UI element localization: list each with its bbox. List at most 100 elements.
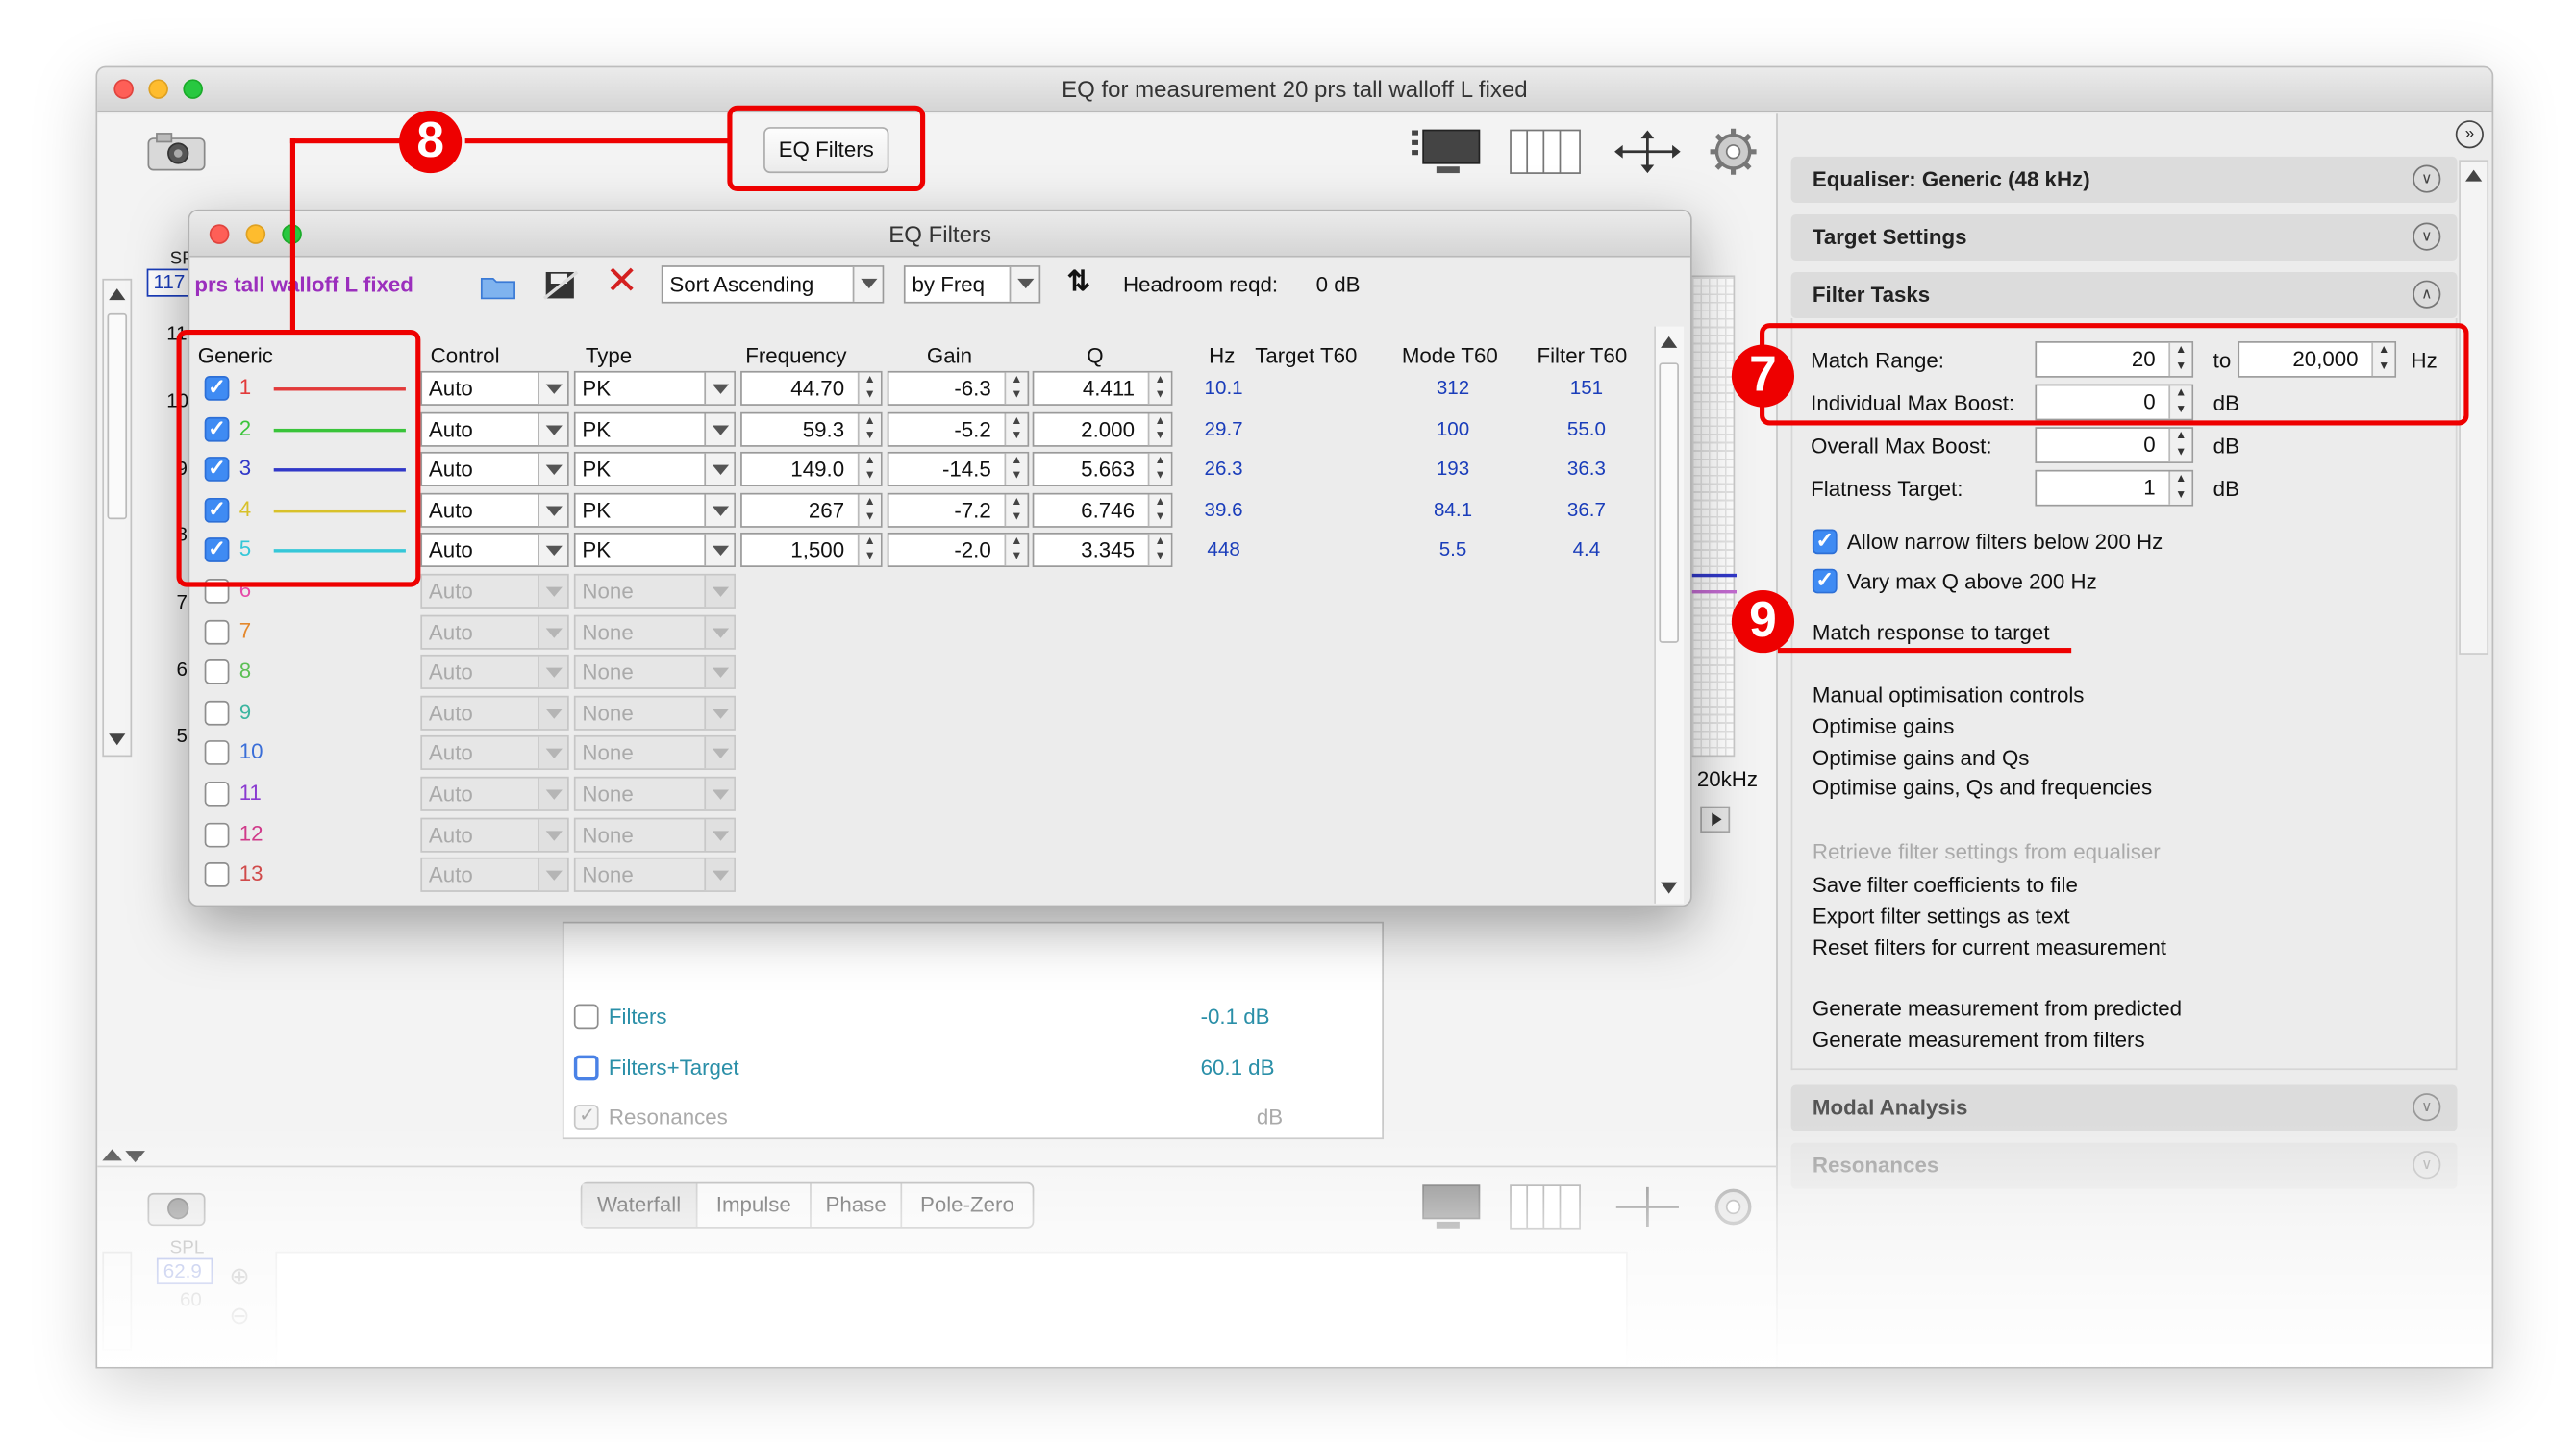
stepper-icon[interactable]: ▲ ▼ xyxy=(1004,413,1028,446)
stepper-icon[interactable]: ▲ ▼ xyxy=(857,453,881,485)
filter-enable-checkbox[interactable] xyxy=(204,700,230,726)
allow-narrow-filters-checkbox[interactable] xyxy=(1812,528,1838,555)
type-select[interactable]: PK xyxy=(573,451,736,486)
gain-field[interactable]: -6.3 ▲ ▼ xyxy=(887,370,1030,406)
move-arrows-icon[interactable] xyxy=(1612,127,1684,176)
stepper-icon[interactable]: ▲ ▼ xyxy=(1147,372,1171,405)
stepper-icon[interactable]: ▲ ▼ xyxy=(857,494,881,527)
filter-tasks-section-header[interactable]: Filter Tasks ∧ xyxy=(1790,271,2458,319)
chevron-up-icon[interactable]: ∧ xyxy=(2413,280,2441,309)
scroll-down-arrow-icon[interactable] xyxy=(109,733,126,746)
lower-graph-layout-icon[interactable] xyxy=(1410,1182,1482,1231)
control-select[interactable]: Auto xyxy=(420,370,569,406)
save-filter-coefficients-link[interactable]: Save filter coefficients to file xyxy=(1813,872,2078,897)
scroll-up-arrow-icon[interactable] xyxy=(1661,336,1678,348)
chevron-down-icon[interactable]: ∨ xyxy=(2413,1093,2441,1122)
lower-move-arrows-icon[interactable] xyxy=(1612,1182,1684,1231)
lower-camera-icon[interactable] xyxy=(147,1185,207,1229)
splitter-arrows-icon[interactable] xyxy=(101,1149,150,1165)
stepper-icon[interactable]: ▲ ▼ xyxy=(2168,471,2192,505)
tab-pole-zero[interactable]: Pole-Zero xyxy=(902,1183,1032,1227)
sort-toggle-icon[interactable]: ⇅ xyxy=(1067,265,1090,298)
filters-target-checkbox[interactable] xyxy=(573,1055,599,1081)
chevron-down-icon[interactable]: ∨ xyxy=(2413,222,2441,251)
type-select[interactable]: PK xyxy=(573,492,736,528)
settings-gear-icon[interactable] xyxy=(1707,125,1760,178)
chevron-down-icon[interactable]: ∨ xyxy=(2413,164,2441,193)
q-field[interactable]: 3.345 ▲ ▼ xyxy=(1032,532,1173,567)
reset-filters-link[interactable]: Reset filters for current measurement xyxy=(1813,934,2166,959)
scroll-down-arrow-icon[interactable] xyxy=(1661,882,1678,894)
tab-phase[interactable]: Phase xyxy=(812,1183,903,1228)
export-filter-settings-link[interactable]: Export filter settings as text xyxy=(1813,904,2070,929)
frequency-field[interactable]: 1,500 ▲ ▼ xyxy=(740,532,883,567)
resonances-section-header[interactable]: Resonances ∨ xyxy=(1790,1142,2458,1189)
vertical-scrollbar[interactable] xyxy=(102,278,133,758)
control-select[interactable]: Auto xyxy=(420,411,569,447)
tab-impulse[interactable]: Impulse xyxy=(697,1183,812,1228)
gain-field[interactable]: -14.5 ▲ ▼ xyxy=(887,451,1030,486)
stepper-icon[interactable]: ▲ ▼ xyxy=(1004,453,1028,485)
columns-view-icon[interactable] xyxy=(1509,129,1581,175)
camera-icon[interactable] xyxy=(147,130,207,173)
type-select[interactable]: PK xyxy=(573,532,736,567)
stepper-icon[interactable]: ▲ ▼ xyxy=(1147,534,1171,566)
generate-from-filters-link[interactable]: Generate measurement from filters xyxy=(1813,1028,2145,1053)
optimise-gains-link[interactable]: Optimise gains xyxy=(1813,714,1954,739)
graph-layout-icon[interactable] xyxy=(1410,127,1482,176)
overall-max-boost-field[interactable]: 0 ▲ ▼ xyxy=(2035,427,2194,463)
stepper-icon[interactable]: ▲ ▼ xyxy=(857,372,881,405)
optimise-gains-qs-link[interactable]: Optimise gains and Qs xyxy=(1813,745,2030,770)
filter-enable-checkbox[interactable] xyxy=(204,619,230,645)
control-select[interactable]: Auto xyxy=(420,492,569,528)
lower-settings-gear-icon[interactable] xyxy=(1707,1181,1760,1233)
type-select[interactable]: PK xyxy=(573,411,736,447)
sort-by-select[interactable]: by Freq xyxy=(903,265,1041,304)
optimise-gains-qs-freqs-link[interactable]: Optimise gains, Qs and frequencies xyxy=(1813,775,2152,800)
gain-field[interactable]: -5.2 ▲ ▼ xyxy=(887,411,1030,447)
zoom-in-icon[interactable]: ⊕ xyxy=(229,1261,250,1291)
q-field[interactable]: 2.000 ▲ ▼ xyxy=(1032,411,1173,447)
lower-vertical-scrollbar[interactable] xyxy=(102,1251,133,1351)
sort-order-select[interactable]: Sort Ascending xyxy=(661,265,885,304)
lower-graph-plot-area[interactable] xyxy=(275,1251,1628,1367)
filter-enable-checkbox[interactable] xyxy=(204,781,230,807)
scroll-thumb[interactable] xyxy=(107,312,128,520)
zoom-out-icon[interactable]: ⊖ xyxy=(229,1301,250,1330)
stepper-icon[interactable]: ▲ ▼ xyxy=(857,534,881,566)
frequency-field[interactable]: 59.3 ▲ ▼ xyxy=(740,411,883,447)
control-select[interactable]: Auto xyxy=(420,532,569,567)
filter-enable-checkbox[interactable] xyxy=(204,659,230,684)
stepper-icon[interactable]: ▲ ▼ xyxy=(857,413,881,446)
dialog-scrollbar[interactable] xyxy=(1654,326,1685,904)
q-field[interactable]: 5.663 ▲ ▼ xyxy=(1032,451,1173,486)
frequency-field[interactable]: 44.70 ▲ ▼ xyxy=(740,370,883,406)
gain-field[interactable]: -2.0 ▲ ▼ xyxy=(887,532,1030,567)
tab-waterfall[interactable]: Waterfall xyxy=(582,1183,698,1228)
stepper-icon[interactable]: ▲ ▼ xyxy=(1004,494,1028,527)
stepper-icon[interactable]: ▲ ▼ xyxy=(1147,494,1171,527)
frequency-field[interactable]: 149.0 ▲ ▼ xyxy=(740,451,883,486)
vary-max-q-checkbox[interactable] xyxy=(1812,567,1838,594)
stepper-icon[interactable]: ▲ ▼ xyxy=(1147,413,1171,446)
delete-icon[interactable]: ✕ xyxy=(605,261,638,302)
stepper-icon[interactable]: ▲ ▼ xyxy=(1004,534,1028,566)
save-disk-icon[interactable] xyxy=(542,269,579,302)
flatness-target-field[interactable]: 1 ▲ ▼ xyxy=(2035,469,2194,507)
filter-enable-checkbox[interactable] xyxy=(204,822,230,848)
filter-enable-checkbox[interactable] xyxy=(204,740,230,765)
control-select[interactable]: Auto xyxy=(420,451,569,486)
chevron-down-icon[interactable]: ∨ xyxy=(2413,1151,2441,1180)
stepper-icon[interactable]: ▲ ▼ xyxy=(1004,372,1028,405)
target-settings-section-header[interactable]: Target Settings ∨ xyxy=(1790,213,2458,261)
q-field[interactable]: 4.411 ▲ ▼ xyxy=(1032,370,1173,406)
equaliser-section-header[interactable]: Equaliser: Generic (48 kHz) ∨ xyxy=(1790,156,2458,203)
scroll-up-arrow-icon[interactable] xyxy=(109,288,126,301)
stepper-icon[interactable]: ▲ ▼ xyxy=(1147,453,1171,485)
match-response-to-target-link[interactable]: Match response to target xyxy=(1813,620,2050,645)
frequency-field[interactable]: 267 ▲ ▼ xyxy=(740,492,883,528)
generate-from-predicted-link[interactable]: Generate measurement from predicted xyxy=(1813,996,2182,1021)
q-field[interactable]: 6.746 ▲ ▼ xyxy=(1032,492,1173,528)
manual-optimisation-link[interactable]: Manual optimisation controls xyxy=(1813,683,2085,708)
filter-enable-checkbox[interactable] xyxy=(204,861,230,887)
